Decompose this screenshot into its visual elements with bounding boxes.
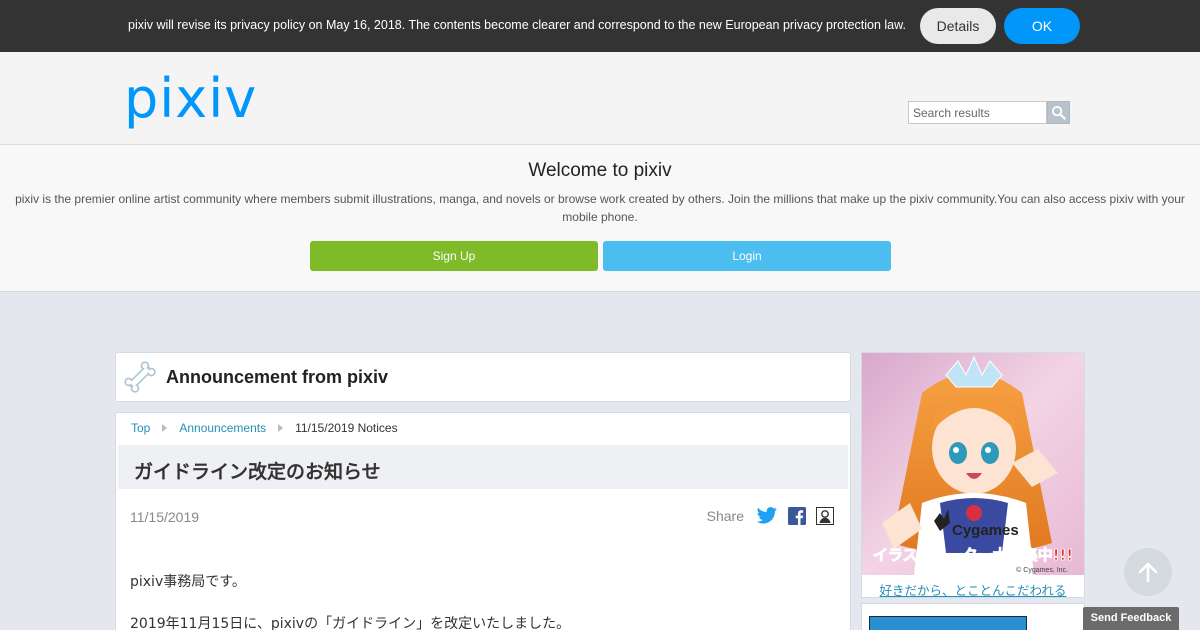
breadcrumb-announcements[interactable]: Announcements <box>179 421 266 435</box>
article-heading: ガイドライン改定のお知らせ <box>118 445 848 489</box>
login-button[interactable]: Login <box>603 241 891 271</box>
welcome-title: Welcome to pixiv <box>528 160 672 181</box>
breadcrumb-separator <box>162 424 168 432</box>
search-icon <box>1051 105 1066 120</box>
article-paragraph: pixiv事務局です。 <box>130 574 246 590</box>
breadcrumb-separator <box>278 424 284 432</box>
arrow-up-icon <box>1138 562 1158 583</box>
ad-banner <box>869 616 1027 630</box>
announcement-header: Announcement from pixiv <box>115 352 851 402</box>
pixiv-logo[interactable]: pixiv <box>124 64 257 134</box>
twitter-icon[interactable] <box>756 507 778 525</box>
ad-headline: イラストレーター大募集中!!! <box>873 546 1073 564</box>
sidebar-ad[interactable]: Cygames イラストレーター大募集中!!! © Cygames, Inc. … <box>861 352 1085 598</box>
ad-brand: Cygames <box>952 522 1019 539</box>
search-form <box>908 101 1070 124</box>
ad-copyright: © Cygames, Inc. <box>1016 566 1068 574</box>
ad-caption-link[interactable]: 好きだから、とことんこだわれる <box>862 580 1084 599</box>
sign-up-button[interactable]: Sign Up <box>310 241 598 271</box>
article-card: Top Announcements 11/15/2019 Notices ガイド… <box>115 412 851 630</box>
facebook-icon[interactable] <box>788 507 806 525</box>
welcome-section: Welcome to pixiv pixiv is the premier on… <box>0 145 1200 292</box>
ok-button[interactable]: OK <box>1004 8 1080 44</box>
search-input[interactable] <box>908 101 1047 124</box>
article-date: 11/15/2019 <box>130 509 200 525</box>
details-button[interactable]: Details <box>920 8 996 44</box>
scroll-to-top-button[interactable] <box>1124 548 1172 596</box>
sidebar-ad-secondary[interactable] <box>861 603 1085 630</box>
bone-icon <box>124 361 156 393</box>
breadcrumb-top[interactable]: Top <box>131 421 150 435</box>
send-feedback-button[interactable]: Send Feedback <box>1083 607 1179 630</box>
breadcrumb: Top Announcements 11/15/2019 Notices <box>131 421 398 435</box>
ad-illustration: Cygames イラストレーター大募集中!!! © Cygames, Inc. <box>862 353 1084 575</box>
share-label: Share <box>706 508 744 524</box>
pixiv-share-icon[interactable] <box>816 507 834 525</box>
search-button[interactable] <box>1047 101 1070 124</box>
share-bar: Share <box>707 507 834 525</box>
breadcrumb-current: 11/15/2019 Notices <box>295 421 398 435</box>
privacy-message: pixiv will revise its privacy policy on … <box>128 18 906 32</box>
announcement-title: Announcement from pixiv <box>166 367 389 387</box>
privacy-banner: pixiv will revise its privacy policy on … <box>0 0 1200 52</box>
site-header: pixiv <box>0 52 1200 145</box>
welcome-description: pixiv is the premier online artist commu… <box>15 192 1185 224</box>
article-paragraph: 2019年11月15日に、pixivの「ガイドライン」を改定いたしました。 <box>130 616 571 630</box>
